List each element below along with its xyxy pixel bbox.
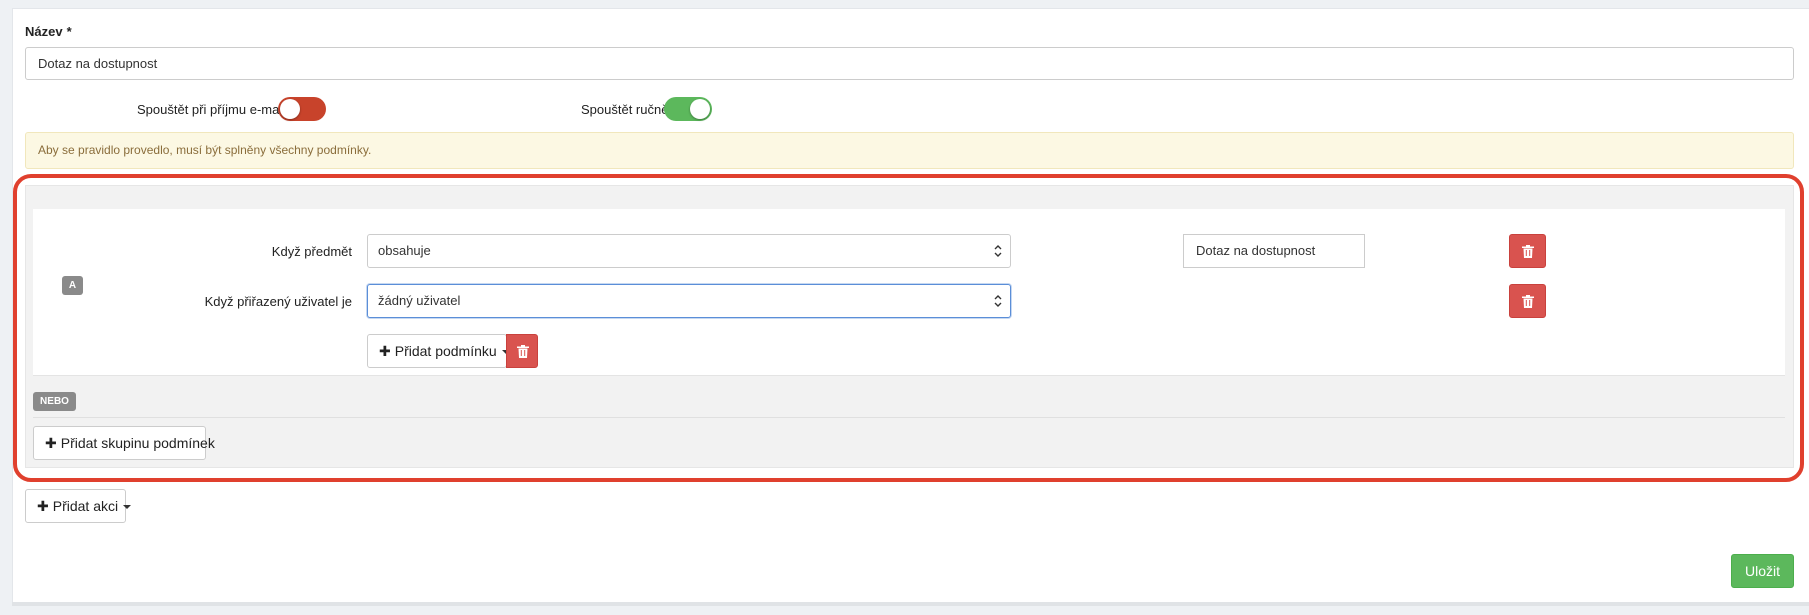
plus-icon: ✚ <box>37 498 49 514</box>
caret-down-icon <box>123 505 132 510</box>
trash-icon <box>1522 245 1534 258</box>
group-badge: A <box>62 276 83 295</box>
toggle-knob <box>690 99 710 119</box>
add-action-button[interactable]: ✚ Přidat akci <box>25 489 132 523</box>
required-mark: * <box>66 24 72 39</box>
add-condition-group-button[interactable]: ✚ Přidat skupinu podmínek <box>33 426 215 460</box>
toggle-manual-label: Spouštět ručně <box>581 102 669 117</box>
save-button[interactable]: Uložit <box>1731 554 1794 588</box>
delete-group-button[interactable] <box>506 334 538 368</box>
delete-condition-button[interactable] <box>1509 284 1546 318</box>
panel-shadow <box>12 602 1809 606</box>
toggle-run-on-email[interactable] <box>278 97 326 121</box>
trash-icon <box>1522 295 1534 308</box>
select-value: obsahuje <box>378 243 431 258</box>
delete-condition-button[interactable] <box>1509 234 1546 268</box>
operator-select-subject[interactable]: obsahuje <box>367 234 1011 268</box>
add-condition-button[interactable]: ✚ Přidat podmínku <box>367 334 510 368</box>
add-condition-label: Přidat podmínku <box>394 343 497 359</box>
assignee-select[interactable]: žádný uživatel <box>367 284 1011 318</box>
condition-label-assignee: Když přiřazený uživatel je <box>204 294 352 309</box>
updown-caret-icon <box>994 295 1002 307</box>
trash-icon <box>517 345 529 358</box>
add-group-label: Přidat skupinu podmínek <box>60 435 215 451</box>
condition-label-subject: Když předmět <box>271 244 352 259</box>
name-label: Název * <box>25 24 72 39</box>
plus-icon: ✚ <box>379 343 391 359</box>
divider <box>33 417 1785 418</box>
add-action-label: Přidat akci <box>52 498 119 514</box>
toggle-knob <box>280 99 300 119</box>
conditions-alert: Aby se pravidlo provedlo, musí být splně… <box>25 132 1794 169</box>
subject-value-input[interactable]: Dotaz na dostupnost <box>1183 234 1365 268</box>
toggle-email-label: Spouštět při příjmu e-mailu <box>137 102 293 117</box>
or-badge: NEBO <box>33 392 76 411</box>
updown-caret-icon <box>994 245 1002 257</box>
name-input[interactable]: Dotaz na dostupnost <box>25 47 1794 80</box>
plus-icon: ✚ <box>45 435 57 451</box>
toggle-run-manually[interactable] <box>664 97 712 121</box>
select-value: žádný uživatel <box>378 293 461 308</box>
